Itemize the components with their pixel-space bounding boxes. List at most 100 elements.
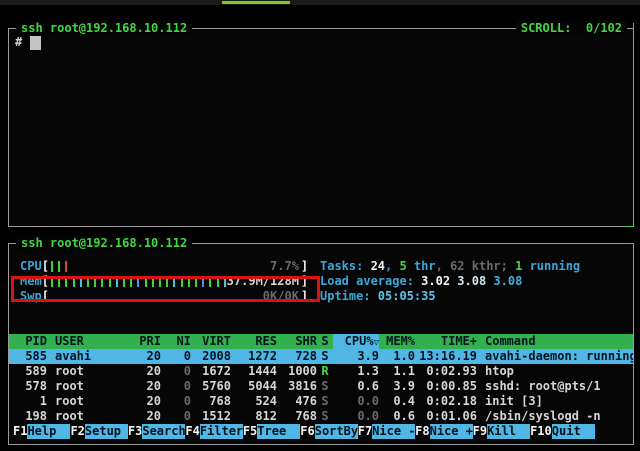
column-header-cpu[interactable]: CPU%▽ — [333, 334, 379, 349]
process-row[interactable]: 578root200576050443816S0.63.90:00.85sshd… — [9, 379, 633, 394]
fkey-label-f6[interactable]: SortBy — [315, 424, 358, 439]
fkey-label-f8[interactable]: Nice + — [430, 424, 473, 439]
cell-res: 1272 — [231, 349, 277, 364]
meter-bars: 7.7% — [49, 259, 301, 274]
cell-command: htop — [477, 364, 633, 379]
cell-ni: 0 — [161, 364, 191, 379]
fkey-label-f9[interactable]: Kill — [487, 424, 530, 439]
cell-s: R — [317, 364, 333, 379]
fkey-f5[interactable]: F5 — [243, 424, 257, 439]
cell-s: S — [317, 409, 333, 424]
cell-s: S — [317, 379, 333, 394]
cell-ni: 0 — [161, 349, 191, 364]
cell-res: 524 — [231, 394, 277, 409]
column-header-virt[interactable]: VIRT — [191, 334, 231, 349]
cell-user: root — [47, 364, 125, 379]
fkey-label-f7[interactable]: Nice - — [372, 424, 415, 439]
cell-s: S — [317, 349, 333, 364]
process-row[interactable]: 589root200167214441000R1.31.10:02.93htop — [9, 364, 633, 379]
fkey-f4[interactable]: F4 — [185, 424, 199, 439]
fkey-f2[interactable]: F2 — [70, 424, 84, 439]
cell-user: avahi — [47, 349, 125, 364]
fkey-label-f1[interactable]: Help — [27, 424, 70, 439]
cell-ni: 0 — [161, 394, 191, 409]
cell-pid: 585 — [9, 349, 47, 364]
function-key-bar: F1HelpF2SetupF3SearchF4FilterF5TreeF6Sor… — [13, 424, 595, 439]
fkey-f1[interactable]: F1 — [13, 424, 27, 439]
cell-mem: 0.6 — [379, 409, 415, 424]
cell-command: avahi-daemon: running — [477, 349, 633, 364]
column-header-pri[interactable]: PRI — [125, 334, 161, 349]
cell-res: 812 — [231, 409, 277, 424]
shell-screen[interactable]: # — [9, 29, 633, 226]
cell-time: 13:16.19 — [415, 349, 477, 364]
cell-user: root — [47, 409, 125, 424]
meter-bar — [51, 261, 53, 272]
fkey-label-f3[interactable]: Search — [142, 424, 185, 439]
meter-bar — [65, 261, 67, 272]
cell-pri: 20 — [125, 364, 161, 379]
cell-command: sshd: root@pts/1 — [477, 379, 633, 394]
cell-mem: 3.9 — [379, 379, 415, 394]
cell-res: 5044 — [231, 379, 277, 394]
stat-segment: thr — [407, 259, 436, 273]
column-header-s[interactable]: S — [317, 334, 333, 349]
column-header-user[interactable]: USER — [47, 334, 125, 349]
stat-segment: 24 — [371, 259, 385, 273]
column-header-ni[interactable]: NI — [161, 334, 191, 349]
cell-pid: 578 — [9, 379, 47, 394]
fkey-label-f10[interactable]: Quit — [552, 424, 595, 439]
process-row[interactable]: 585avahi20020081272728S3.91.013:16.19ava… — [9, 349, 633, 364]
cell-mem: 1.1 — [379, 364, 415, 379]
column-header-res[interactable]: RES — [231, 334, 277, 349]
fkey-f8[interactable]: F8 — [415, 424, 429, 439]
cpu-meter: CPU[7.7%] — [20, 259, 308, 274]
column-header-time[interactable]: TIME+ — [415, 334, 477, 349]
fkey-f10[interactable]: F10 — [530, 424, 552, 439]
cell-pri: 20 — [125, 379, 161, 394]
cell-user: root — [47, 394, 125, 409]
cell-command: /sbin/syslogd -n — [477, 409, 633, 424]
stat-segment: 3.02 — [421, 274, 457, 288]
cell-pri: 20 — [125, 349, 161, 364]
cell-shr: 728 — [277, 349, 317, 364]
column-header-command[interactable]: Command — [477, 334, 633, 349]
stat-segment: 62 kthr; — [450, 259, 515, 273]
cell-s: S — [317, 394, 333, 409]
fkey-label-f4[interactable]: Filter — [200, 424, 243, 439]
stat-segment: 3.08 — [493, 274, 522, 288]
cell-virt: 5760 — [191, 379, 231, 394]
fkey-label-f2[interactable]: Setup — [85, 424, 128, 439]
process-table-header[interactable]: PIDUSERPRINIVIRTRESSHRSCPU%▽MEM%TIME+Com… — [9, 334, 633, 349]
load-average: Load average: 3.02 3.08 3.08 — [320, 274, 522, 289]
cell-shr: 768 — [277, 409, 317, 424]
fkey-f6[interactable]: F6 — [300, 424, 314, 439]
cell-pri: 20 — [125, 409, 161, 424]
cell-time: 0:01.06 — [415, 409, 477, 424]
cell-pid: 1 — [9, 394, 47, 409]
fkey-label-f5[interactable]: Tree — [257, 424, 300, 439]
process-row[interactable]: 1root200768524476S0.00.40:02.18init [3] — [9, 394, 633, 409]
cell-cpu: 3.9 — [333, 349, 379, 364]
fkey-f9[interactable]: F9 — [473, 424, 487, 439]
stat-segment: Load average: — [320, 274, 421, 288]
tasks-summary: Tasks: 24, 5 thr, 62 kthr; 1 running — [320, 259, 580, 274]
column-header-shr[interactable]: SHR — [277, 334, 317, 349]
meter-value: 7.7% — [270, 259, 299, 274]
ssh-pane-bottom[interactable]: ssh root@192.168.10.112 CPU[7.7%] Mem[37… — [8, 243, 634, 445]
terminal-cursor — [30, 36, 41, 50]
cell-user: root — [47, 379, 125, 394]
pane-border-accent — [625, 226, 634, 227]
cell-mem: 0.4 — [379, 394, 415, 409]
fkey-f7[interactable]: F7 — [358, 424, 372, 439]
cell-shr: 3816 — [277, 379, 317, 394]
fkey-f3[interactable]: F3 — [128, 424, 142, 439]
column-header-mem[interactable]: MEM% — [379, 334, 415, 349]
top-progress-strip — [0, 0, 640, 5]
cell-time: 0:02.93 — [415, 364, 477, 379]
cell-ni: 0 — [161, 409, 191, 424]
column-header-pid[interactable]: PID — [9, 334, 47, 349]
cell-cpu: 0.0 — [333, 394, 379, 409]
ssh-pane-top[interactable]: ssh root@192.168.10.112 SCROLL: 0/102 # — [8, 28, 634, 227]
process-row[interactable]: 198root2001512812768S0.00.60:01.06/sbin/… — [9, 409, 633, 424]
